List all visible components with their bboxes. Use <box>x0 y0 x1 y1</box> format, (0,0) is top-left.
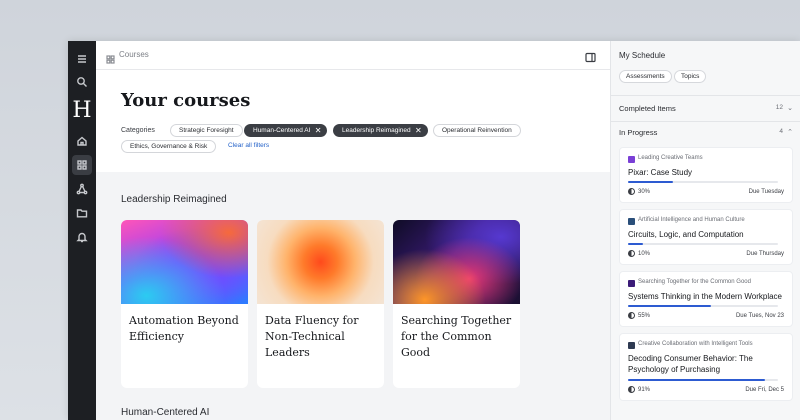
tab-assessments[interactable]: Assessments <box>619 70 672 83</box>
divider <box>611 95 800 96</box>
course-card-title: Automation Beyond Efficiency <box>129 314 239 343</box>
courses-header: Your courses Categories Strategic Foresi… <box>96 70 610 172</box>
schedule-item[interactable]: Searching Together for the Common Good S… <box>619 271 793 327</box>
top-bar: Courses <box>96 41 610 70</box>
schedule-item-course: Creative Collaboration with Intelligent … <box>638 341 753 347</box>
chip-label: Ethics, Governance & Risk <box>130 143 208 150</box>
tab-topics[interactable]: Topics <box>674 70 707 83</box>
filter-chip-operational-reinvention[interactable]: Operational Reinvention <box>433 124 521 137</box>
section-title-leadership-reimagined: Leadership Reimagined <box>121 194 227 205</box>
completed-items-count: 12 <box>775 104 783 111</box>
courses-breadcrumb-icon <box>106 51 115 64</box>
course-card-title: Data Fluency for Non-Technical Leaders <box>265 314 359 359</box>
panel-toggle-icon[interactable] <box>585 50 596 63</box>
course-card[interactable]: Searching Together for the Common Good <box>393 220 520 388</box>
progress-icon <box>628 250 635 257</box>
schedule-title: My Schedule <box>619 51 666 60</box>
course-thumbnail <box>628 218 635 225</box>
courses-grid-icon[interactable] <box>72 155 92 175</box>
brand-logo[interactable]: H <box>68 98 96 124</box>
categories-label: Categories <box>121 127 155 134</box>
network-icon[interactable] <box>72 179 92 199</box>
progress-icon <box>628 386 635 393</box>
nav-rail: H <box>68 41 96 420</box>
schedule-panel: My Schedule Assessments Topics Completed… <box>610 41 800 420</box>
progress-icon <box>628 188 635 195</box>
folder-icon[interactable] <box>72 203 92 223</box>
filter-chip-leadership-reimagined[interactable]: Leadership Reimagined ✕ <box>333 124 428 137</box>
in-progress-label: In Progress <box>619 128 658 137</box>
progress-fill <box>628 379 765 381</box>
schedule-item[interactable]: Creative Collaboration with Intelligent … <box>619 333 793 401</box>
filter-chip-human-centered-ai[interactable]: Human-Centered AI ✕ <box>244 124 328 137</box>
progress-icon <box>628 312 635 319</box>
course-card[interactable]: Data Fluency for Non-Technical Leaders <box>257 220 384 388</box>
due-date: Due Tuesday <box>748 189 784 195</box>
filter-chip-strategic-foresight[interactable]: Strategic Foresight <box>170 124 243 137</box>
completed-items-label: Completed Items <box>619 104 676 113</box>
main-content: Courses Your courses Categories Strategi… <box>96 41 610 420</box>
progress-fill <box>628 305 711 307</box>
progress-fill <box>628 181 673 183</box>
course-cover-image <box>393 220 520 304</box>
section-title-human-centered-ai: Human-Centered AI <box>121 407 210 418</box>
progress-percent: 91% <box>638 387 651 393</box>
remove-filter-icon[interactable]: ✕ <box>415 125 422 136</box>
course-cover-image <box>257 220 384 304</box>
page-title: Your courses <box>121 90 251 111</box>
progress-percent: 10% <box>638 251 651 257</box>
breadcrumb[interactable]: Courses <box>119 50 149 59</box>
course-thumbnail <box>628 280 635 287</box>
progress-percent: 30% <box>638 189 651 195</box>
clear-filters-link[interactable]: Clear all filters <box>228 142 269 149</box>
progress-bar <box>628 181 778 183</box>
schedule-item-course: Searching Together for the Common Good <box>638 279 751 285</box>
course-thumbnail <box>628 156 635 163</box>
remove-filter-icon[interactable]: ✕ <box>315 125 322 136</box>
app-window: H Courses Your courses Categories Strate… <box>68 41 800 420</box>
chip-label: Human-Centered AI <box>253 127 311 134</box>
schedule-item-name: Circuits, Logic, and Computation <box>628 230 744 239</box>
progress-bar <box>628 379 778 381</box>
course-thumbnail <box>628 342 635 349</box>
progress-bar <box>628 243 778 245</box>
schedule-item[interactable]: Artificial Intelligence and Human Cultur… <box>619 209 793 265</box>
course-card[interactable]: Automation Beyond Efficiency <box>121 220 248 388</box>
schedule-item-course: Artificial Intelligence and Human Cultur… <box>638 217 745 223</box>
bell-icon[interactable] <box>72 227 92 247</box>
in-progress-count: 4 <box>779 128 783 135</box>
schedule-item[interactable]: Leading Creative Teams Pixar: Case Study… <box>619 147 793 203</box>
chevron-down-icon: ⌄ <box>787 105 793 112</box>
schedule-item-name: Systems Thinking in the Modern Workplace <box>628 292 782 301</box>
chevron-up-icon: ⌃ <box>787 129 793 136</box>
progress-bar <box>628 305 778 307</box>
menu-icon[interactable] <box>72 49 92 69</box>
filter-chip-ethics-governance-risk[interactable]: Ethics, Governance & Risk <box>121 140 217 153</box>
schedule-item-name: Decoding Consumer Behavior: The Psycholo… <box>628 354 753 374</box>
in-progress-toggle[interactable]: In Progress 4 ⌃ <box>619 128 793 140</box>
due-date: Due Tues, Nov 23 <box>735 313 784 319</box>
chip-label: Operational Reinvention <box>442 127 512 134</box>
search-icon[interactable] <box>72 72 92 92</box>
due-date: Due Fri, Dec 5 <box>745 387 784 393</box>
course-card-title: Searching Together for the Common Good <box>401 314 512 359</box>
divider <box>611 121 800 122</box>
schedule-item-name: Pixar: Case Study <box>628 168 693 177</box>
course-cover-image <box>121 220 248 304</box>
progress-percent: 55% <box>638 313 651 319</box>
chip-label: Leadership Reimagined <box>342 127 411 134</box>
progress-fill <box>628 243 643 245</box>
chip-label: Strategic Foresight <box>179 127 234 134</box>
home-icon[interactable] <box>72 131 92 151</box>
due-date: Due Thursday <box>746 251 784 257</box>
completed-items-toggle[interactable]: Completed Items 12 ⌄ <box>619 104 793 116</box>
schedule-item-course: Leading Creative Teams <box>638 155 703 161</box>
